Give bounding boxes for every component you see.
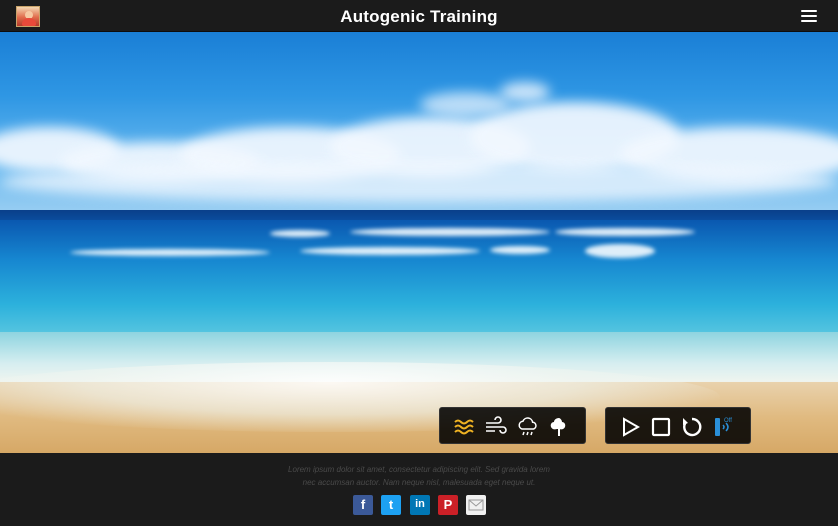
- footer-text: Lorem ipsum dolor sit amet, consectetur …: [0, 463, 838, 489]
- svg-text:Off: Off: [724, 418, 732, 424]
- facebook-icon[interactable]: f: [353, 495, 373, 515]
- page-title: Autogenic Training: [340, 7, 498, 26]
- twitter-icon[interactable]: t: [381, 495, 401, 515]
- top-app-bar: Autogenic Training: [0, 0, 838, 32]
- speaker-toggle-icon[interactable]: Off: [712, 415, 736, 439]
- hamburger-menu-icon[interactable]: [801, 10, 817, 23]
- play-icon[interactable]: [618, 415, 642, 439]
- footer-text-line-2: nec accumsan auctor. Nam neque nisl, mal…: [302, 478, 536, 487]
- sound-wind-icon[interactable]: [484, 415, 508, 439]
- player-controls-panel: Off: [605, 407, 751, 444]
- linkedin-icon[interactable]: in: [410, 495, 430, 515]
- sound-waves-icon[interactable]: [452, 415, 476, 439]
- footer-text-line-1: Lorem ipsum dolor sit amet, consectetur …: [288, 465, 550, 474]
- page-footer: Lorem ipsum dolor sit amet, consectetur …: [0, 453, 838, 526]
- beach-background-image: [0, 32, 838, 453]
- pinterest-icon[interactable]: P: [438, 495, 458, 515]
- ambient-sounds-panel: [439, 407, 586, 444]
- stop-icon[interactable]: [649, 415, 673, 439]
- replay-icon[interactable]: [680, 415, 704, 439]
- sound-forest-icon[interactable]: [547, 415, 571, 439]
- sound-rain-icon[interactable]: [516, 415, 540, 439]
- email-icon[interactable]: [466, 495, 486, 515]
